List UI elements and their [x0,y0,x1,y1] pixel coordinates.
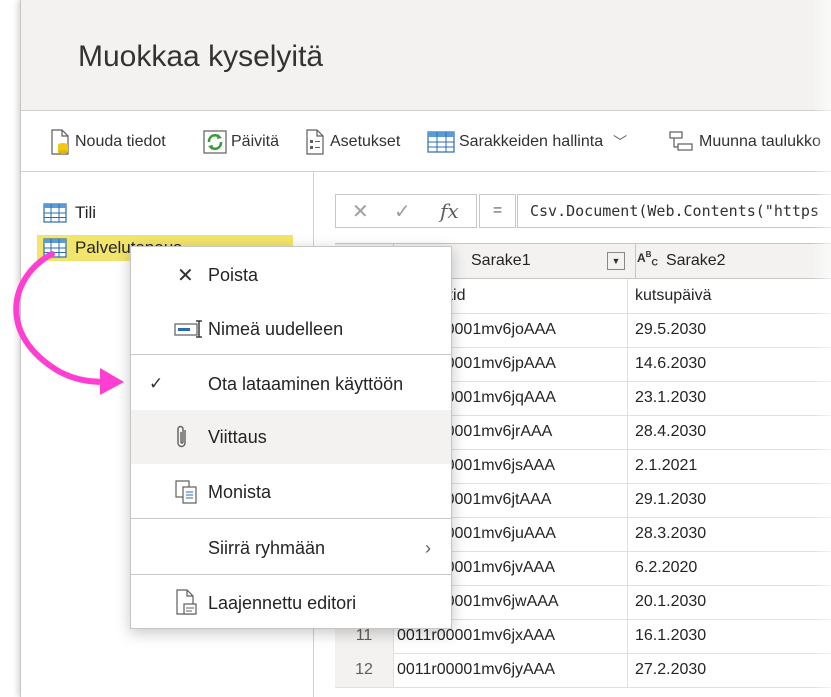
formula-buttons: ✕ ✓ fx [335,194,477,228]
query-item-tili[interactable]: Tili [43,200,96,226]
paperclip-icon [174,424,190,450]
refresh-icon [203,130,227,154]
menu-item-label: Ota lataaminen käyttöön [208,373,404,394]
menu-item-label: Poista [208,264,259,285]
cell-sarake2[interactable]: 16.1.2030 [635,619,831,653]
checkmark-icon: ✓ [149,374,164,393]
refresh-button[interactable]: Päivitä [203,129,279,155]
menu-item-reference[interactable]: Viittaus [131,410,451,464]
settings-button[interactable]: Asetukset [304,129,400,155]
menu-separator [131,354,451,355]
text-type-icon[interactable]: ABC [637,250,658,267]
transform-table-icon [669,131,693,151]
fx-icon[interactable]: fx [440,199,459,223]
menu-item-enable-load[interactable]: ✓ Ota lataaminen käyttöön [131,365,451,403]
table-row[interactable]: 12 0011r00001mv6jyAAA 27.2.2030 [335,653,831,688]
column-name: Sarake2 [665,252,726,269]
cell-sarake2[interactable]: 27.2.2030 [635,653,831,687]
chevron-right-icon: › [425,537,431,558]
get-data-label: Nouda tiedot [75,133,166,150]
cell-sarake2[interactable]: 2.1.2021 [635,449,831,483]
column-filter-icon[interactable]: ▼ [607,252,625,270]
menu-item-label: Viittaus [208,426,267,447]
get-data-button[interactable]: Nouda tiedot [49,129,166,155]
menu-item-duplicate[interactable]: Monista [131,473,451,511]
cell-sarake2[interactable]: 20.1.2030 [635,585,831,619]
menu-item-label: Laajennettu editori [208,592,357,613]
menu-item-rename[interactable]: Nimeä uudelleen [131,311,451,347]
formula-bar: ✕ ✓ fx = Csv.Document(Web.Contents("http… [335,194,831,228]
cell-sarake2[interactable]: 28.4.2030 [635,415,831,449]
delete-icon: ✕ [177,264,194,287]
pointer-arrow [13,251,124,395]
cancel-icon[interactable]: ✕ [352,199,369,224]
context-menu: ✕ Poista Nimeä uudelleen ✓ Ota lataamine… [130,246,452,629]
menu-item-label: Nimeä uudelleen [208,318,344,339]
menu-item-delete[interactable]: ✕ Poista [131,257,451,293]
settings-icon [306,129,324,155]
cell-sarake2[interactable]: 14.6.2030 [635,347,831,381]
title-bar: Muokkaa kyselyitä [21,0,831,111]
menu-item-move-to-group[interactable]: Siirrä ryhmään › [131,529,451,567]
column-name: Sarake1 [471,252,531,269]
duplicate-icon [174,479,200,505]
manage-columns-icon [427,131,455,153]
transform-table-label: Muunna taulukko [699,133,821,150]
menu-item-label: Monista [208,481,272,502]
cell-sarake2[interactable]: 28.3.2030 [635,517,831,551]
commit-icon[interactable]: ✓ [394,199,411,224]
chevron-down-icon: ﹀ [613,134,628,150]
query-name: Tili [75,203,97,222]
cell-sarake2[interactable]: 6.2.2020 [635,551,831,585]
transform-table-button[interactable]: Muunna taulukko [667,129,821,155]
get-data-icon [51,129,69,155]
menu-separator [131,518,451,519]
cell-sarake2[interactable]: 29.1.2030 [635,483,831,517]
advanced-editor-icon [174,589,198,617]
cell-sarake2[interactable]: 29.5.2030 [635,313,831,347]
rename-icon [174,319,204,339]
manage-columns-button[interactable]: Sarakkeiden hallinta ﹀ [427,129,627,155]
page-title: Muokkaa kyselyitä [78,40,324,73]
formula-expression[interactable]: Csv.Document(Web.Contents("https [517,194,831,228]
menu-item-label: Siirrä ryhmään [208,537,326,558]
cell-sarake1[interactable]: 0011r00001mv6jyAAA [397,653,628,687]
menu-item-advanced-editor[interactable]: Laajennettu editori [131,584,451,622]
manage-columns-label: Sarakkeiden hallinta [459,133,604,150]
menu-separator [131,574,451,575]
equals-sign: = [479,194,516,228]
cell-sarake2[interactable]: 23.1.2030 [635,381,831,415]
refresh-label: Päivitä [231,133,280,150]
row-number: 12 [335,653,394,687]
cell-sarake2[interactable]: kutsupäivä [635,279,831,313]
ribbon-toolbar: Nouda tiedot Päivitä Asetukset Sarakkeid… [21,111,831,172]
column-header-sarake2[interactable]: ABC Sarake2 [635,244,831,278]
settings-label: Asetukset [330,133,401,150]
table-icon [43,203,67,223]
edge-fade [812,0,831,697]
